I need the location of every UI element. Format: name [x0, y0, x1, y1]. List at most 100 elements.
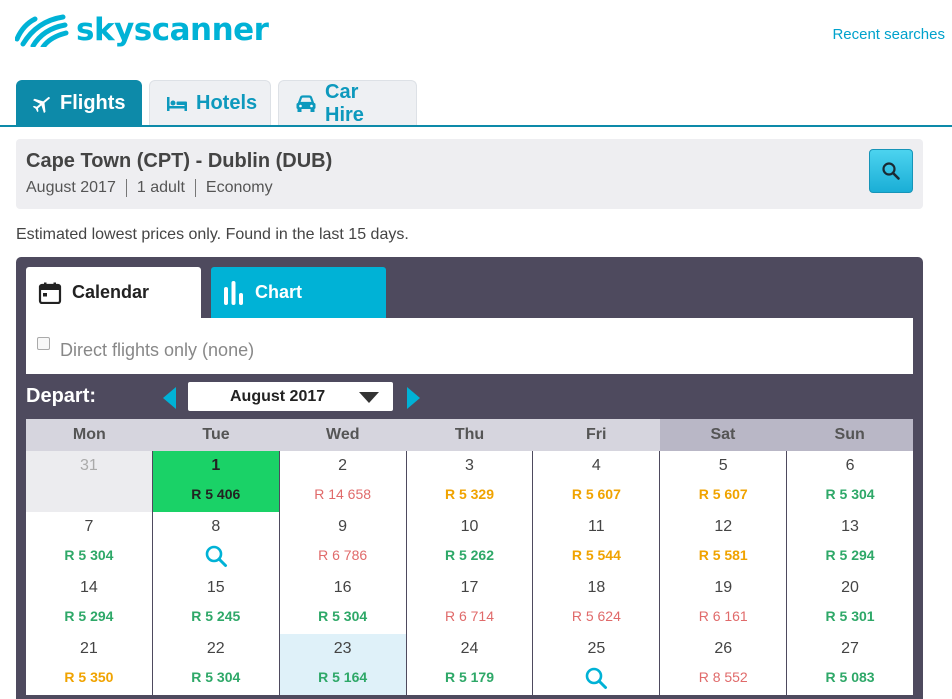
calendar-day-cell[interactable]: 21 R 5 350 [26, 634, 152, 695]
calendar-day-cell[interactable]: 3 R 5 329 [406, 451, 533, 512]
calendar-day-cell[interactable]: 5 R 5 607 [660, 451, 787, 512]
day-number: 15 [206, 579, 225, 596]
day-number: 6 [845, 457, 855, 474]
day-price: R 5 083 [825, 669, 875, 685]
calendar-day-cell[interactable]: 12 R 5 581 [660, 512, 787, 573]
day-price: R 5 581 [698, 547, 748, 563]
calendar-day-cell[interactable]: 1 R 5 406 [152, 451, 279, 512]
cabin-class: Economy [194, 179, 283, 197]
prev-month-arrow-icon[interactable] [163, 387, 176, 409]
search-meta: August 2017 1 adult Economy [26, 179, 283, 197]
bar-chart-icon [223, 280, 245, 305]
day-number: 31 [80, 457, 98, 474]
tab-car-hire[interactable]: Car Hire [278, 80, 417, 126]
calendar-day-cell[interactable]: 7 R 5 304 [26, 512, 152, 573]
calendar-day-cell[interactable]: 2 R 14 658 [279, 451, 406, 512]
calendar-day-cell[interactable]: 4 R 5 607 [533, 451, 660, 512]
weekday-label: Sat [659, 419, 787, 451]
tab-calendar[interactable]: Calendar [26, 267, 201, 318]
calendar-day-cell[interactable]: 17 R 6 714 [406, 573, 533, 634]
day-price: R 5 304 [825, 486, 875, 502]
day-price: R 5 304 [318, 608, 368, 624]
day-price: R 6 161 [698, 608, 748, 624]
calendar-day-cell[interactable]: 23 R 5 164 [279, 634, 406, 695]
search-price-icon[interactable] [204, 544, 228, 573]
next-month-arrow-icon[interactable] [407, 387, 420, 409]
search-icon [882, 162, 900, 180]
weekday-header: Mon Tue Wed Thu Fri Sat Sun [26, 419, 913, 451]
day-price: R 5 607 [571, 486, 621, 502]
day-price: R 6 786 [318, 547, 368, 563]
tab-chart[interactable]: Chart [211, 267, 386, 318]
day-number: 7 [84, 518, 94, 535]
day-number: 13 [841, 518, 859, 535]
calendar-day-cell[interactable]: 18 R 5 624 [533, 573, 660, 634]
calendar-day-cell[interactable]: 24 R 5 179 [406, 634, 533, 695]
calendar-day-cell[interactable]: 22 R 5 304 [152, 634, 279, 695]
day-number: 25 [587, 640, 606, 657]
day-price: R 5 262 [444, 547, 495, 563]
search-summary: Cape Town (CPT) - Dublin (DUB) August 20… [16, 139, 923, 209]
month-select[interactable]: August 2017 [188, 382, 393, 411]
weekday-label: Fri [585, 426, 607, 443]
day-price: R 5 624 [571, 608, 621, 624]
calendar-day-cell[interactable]: 26 R 8 552 [660, 634, 787, 695]
edit-search-button[interactable] [869, 149, 913, 193]
day-price: R 5 294 [825, 547, 875, 563]
day-number: 21 [80, 640, 98, 657]
day-price: R 5 406 [191, 486, 241, 502]
price-calendar-panel: Calendar Chart Direct flights only (none… [16, 257, 923, 699]
filter-bar: Direct flights only (none) [26, 318, 913, 374]
tab-hotels[interactable]: Hotels [149, 80, 271, 126]
day-price: R 5 245 [191, 608, 241, 624]
day-price: R 5 329 [444, 486, 495, 502]
calendar-day-cell[interactable]: 9 R 6 786 [279, 512, 406, 573]
day-price: R 5 304 [64, 547, 114, 563]
product-tabs: Flights Hotels Car Hire [16, 80, 417, 126]
day-price: R 5 179 [444, 669, 495, 685]
day-price: R 6 714 [444, 608, 495, 624]
day-number: 1 [211, 457, 221, 474]
calendar-day-cell[interactable]: 14 R 5 294 [26, 573, 152, 634]
calendar-day-cell[interactable]: 6 R 5 304 [787, 451, 913, 512]
calendar-day-cell[interactable]: 13 R 5 294 [787, 512, 913, 573]
calendar-day-cell[interactable]: 10 R 5 262 [406, 512, 533, 573]
day-number: 17 [460, 579, 479, 596]
calendar-day-cell[interactable]: 19 R 6 161 [660, 573, 787, 634]
direct-flights-checkbox[interactable] [37, 337, 50, 350]
tab-hotels-label: Hotels [196, 92, 258, 114]
site-header: skyscanner Recent searches [0, 0, 952, 80]
day-price: R 5 304 [191, 669, 241, 685]
day-price: R 5 164 [318, 669, 368, 685]
skyscanner-logo[interactable]: skyscanner [15, 12, 269, 48]
search-price-icon[interactable] [584, 666, 608, 695]
logo-wordmark: skyscanner [76, 12, 269, 48]
calendar-day-cell[interactable]: 27 R 5 083 [787, 634, 913, 695]
calendar-day-cell[interactable]: 25 [533, 634, 660, 695]
traveller-count: 1 adult [125, 179, 195, 197]
chevron-down-icon [359, 392, 379, 403]
day-number: 18 [587, 579, 606, 596]
recent-searches-link[interactable]: Recent searches [832, 26, 945, 43]
travel-month: August 2017 [26, 179, 116, 196]
calendar-day-cell[interactable]: 15 R 5 245 [152, 573, 279, 634]
day-number: 16 [333, 579, 352, 596]
day-number: 27 [841, 640, 859, 657]
calendar-day-cell[interactable]: 20 R 5 301 [787, 573, 913, 634]
day-number: 23 [333, 640, 352, 657]
day-price: R 14 658 [314, 486, 372, 502]
calendar-day-cell[interactable]: 8 [152, 512, 279, 573]
plane-icon [32, 93, 52, 113]
calendar-day-cell[interactable]: 11 R 5 544 [533, 512, 660, 573]
day-price: R 8 552 [698, 669, 748, 685]
route-title: Cape Town (CPT) - Dublin (DUB) [26, 150, 333, 172]
calendar-week-row: 14 R 5 294 15 R 5 245 16 R 5 304 17 R 6 714 18 R … [26, 573, 913, 634]
calendar-day-cell[interactable]: 31 [26, 451, 152, 512]
bed-icon [166, 96, 188, 112]
car-icon [295, 94, 317, 113]
sunrise-logo-icon [15, 14, 69, 47]
calendar-day-cell[interactable]: 16 R 5 304 [279, 573, 406, 634]
tab-flights[interactable]: Flights [16, 80, 142, 126]
tabs-divider [0, 125, 952, 127]
day-number: 2 [338, 457, 348, 474]
